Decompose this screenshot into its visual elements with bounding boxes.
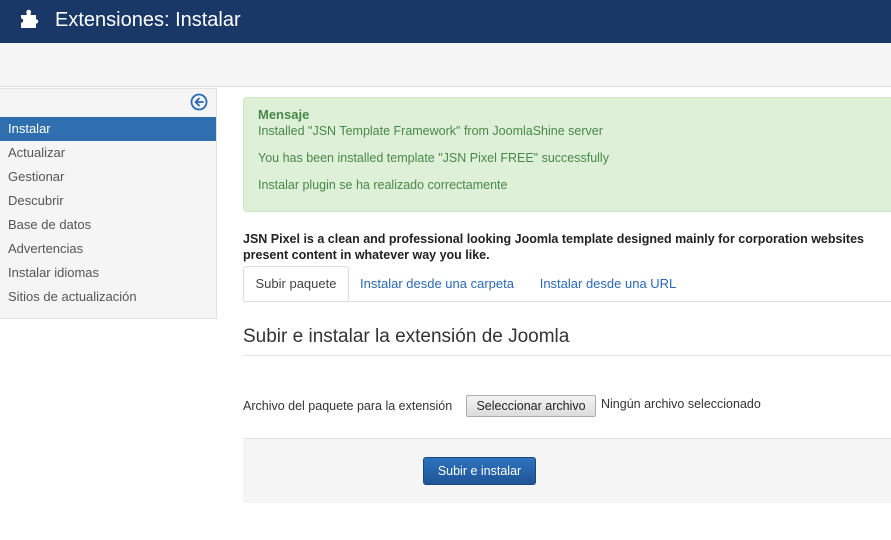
description-line: JSN Pixel is a clean and professional lo… <box>243 232 864 246</box>
tab-instalar-url[interactable]: Instalar desde una URL <box>533 266 683 301</box>
tab-instalar-carpeta[interactable]: Instalar desde una carpeta <box>353 266 521 301</box>
sidebar-item-gestionar[interactable]: Gestionar <box>0 165 216 189</box>
toolbar <box>0 43 891 87</box>
sidebar-menu: Instalar Actualizar Gestionar Descubrir … <box>0 117 216 309</box>
sidebar-item-sitios-actualizacion[interactable]: Sitios de actualización <box>0 285 216 309</box>
page-header: Extensiones: Instalar <box>0 0 891 43</box>
message-line: Instalar plugin se ha realizado correcta… <box>258 178 508 192</box>
sidebar-item-descubrir[interactable]: Descubrir <box>0 189 216 213</box>
file-field-label: Archivo del paquete para la extensión <box>243 399 453 413</box>
sidebar-item-instalar[interactable]: Instalar <box>0 117 216 141</box>
upload-install-button[interactable]: Subir e instalar <box>423 457 536 485</box>
sidebar-item-instalar-idiomas[interactable]: Instalar idiomas <box>0 261 216 285</box>
puzzle-piece-icon <box>21 9 39 28</box>
message-heading: Mensaje <box>258 107 310 122</box>
form-actions: Subir e instalar <box>243 438 891 503</box>
template-description: JSN Pixel is a clean and professional lo… <box>243 231 891 263</box>
section-title: Subir e instalar la extensión de Joomla <box>243 326 570 347</box>
description-line: present content in whatever way you like… <box>243 248 490 262</box>
sidebar-item-advertencias[interactable]: Advertencias <box>0 237 216 261</box>
message-line: You has been installed template "JSN Pix… <box>258 151 609 165</box>
install-tabs: Subir paquete Instalar desde una carpeta… <box>243 266 891 302</box>
success-message: Mensaje Installed "JSN Template Framewor… <box>243 97 891 212</box>
sidebar-item-base-de-datos[interactable]: Base de datos <box>0 213 216 237</box>
arrow-left-circle-icon[interactable] <box>190 93 208 111</box>
tab-subir-paquete[interactable]: Subir paquete <box>243 266 349 301</box>
message-line: Installed "JSN Template Framework" from … <box>258 124 603 138</box>
sidebar-item-actualizar[interactable]: Actualizar <box>0 141 216 165</box>
file-status: Ningún archivo seleccionado <box>601 397 761 411</box>
page-title: Extensiones: Instalar <box>55 9 241 31</box>
divider <box>243 355 891 356</box>
sidebar: Instalar Actualizar Gestionar Descubrir … <box>0 88 217 319</box>
choose-file-button[interactable]: Seleccionar archivo <box>466 395 596 417</box>
